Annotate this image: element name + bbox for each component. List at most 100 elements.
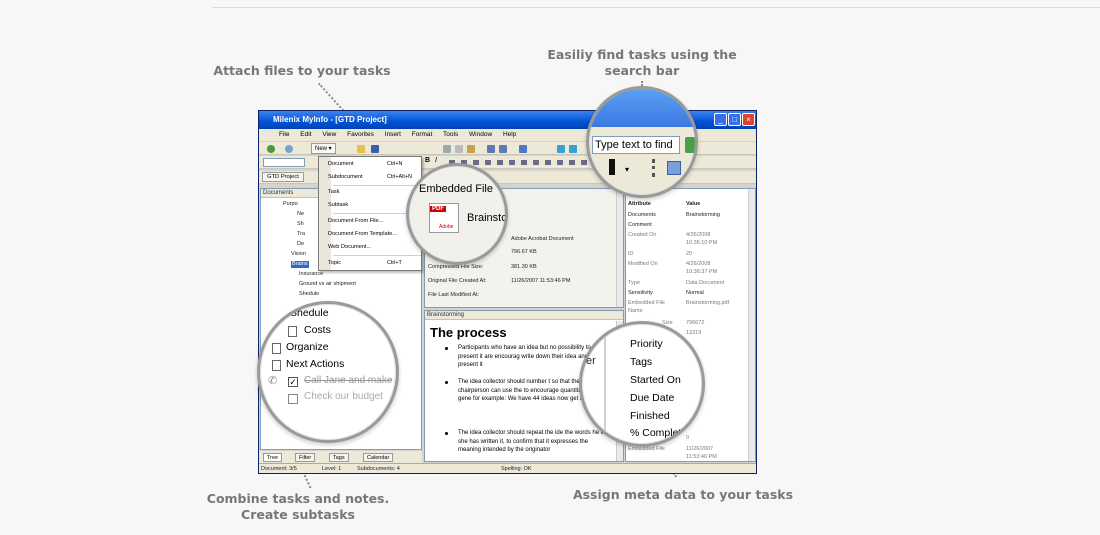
task-done[interactable]: Call Jane and make (304, 375, 392, 386)
menu-item-subtask[interactable]: Subtask (328, 202, 348, 208)
meta-magnifier: er Priority Tags Started On Due Date Fin… (579, 321, 705, 447)
file-pane-scrollbar[interactable] (616, 189, 623, 307)
meta-field-started-on[interactable]: Started On (630, 374, 681, 386)
meta-field-finished[interactable]: Finished (630, 410, 670, 422)
tree-item[interactable]: Vision (291, 251, 306, 258)
menu-item-from-file[interactable]: Document From File... (328, 218, 383, 224)
compressed-size-label: Compressed File Size: (428, 264, 484, 270)
attr-row-value: 10:36:37 PM (686, 269, 718, 275)
tree-item[interactable]: De (297, 241, 304, 248)
menu-item-topic[interactable]: Topic (328, 260, 341, 266)
menu-shortcut: Ctrl+N (387, 161, 403, 167)
caption-combine: Combine tasks and notes. Create subtasks (196, 491, 400, 523)
attr-row-value[interactable]: Brainstorming (686, 212, 720, 219)
new-button[interactable]: New ▾ (311, 143, 336, 154)
minimize-icon[interactable]: _ (714, 113, 727, 126)
menu-view[interactable]: View (322, 131, 336, 138)
tree-item[interactable]: Tra (297, 231, 305, 238)
document-icon (272, 360, 281, 371)
bold-button[interactable]: B (425, 157, 430, 164)
forward-icon[interactable] (285, 145, 293, 153)
created-at-label: Original File Created At: (428, 278, 487, 284)
close-icon[interactable]: × (742, 113, 755, 126)
attr-row-label: Created On (628, 232, 657, 238)
editor-heading: The process (430, 325, 507, 340)
task-checkbox[interactable] (288, 394, 298, 404)
menu-insert[interactable]: Insert (385, 131, 401, 138)
tab-calendar[interactable]: Calendar (363, 453, 394, 462)
compressed-size-value: 381.30 KB (511, 264, 537, 270)
attr-row-value: Brainstorming.pdf (686, 300, 730, 306)
search-go-icon[interactable] (685, 137, 695, 153)
tree-item-selected[interactable]: Brains (291, 261, 309, 268)
attr-row-label: Sensitivity (628, 290, 653, 296)
tree-lens-item[interactable]: Organize (286, 341, 329, 353)
attribute-scrollbar[interactable] (748, 189, 755, 461)
tab-filter[interactable]: Filter (295, 453, 316, 462)
menu-item-task[interactable]: Task (328, 189, 340, 195)
tree-item[interactable]: Shedule (299, 291, 319, 298)
open-icon[interactable] (357, 145, 365, 153)
attr-row-value[interactable]: Normal (686, 290, 704, 297)
cut-icon[interactable] (443, 145, 451, 153)
tree-lens-item[interactable]: Shedule (290, 307, 329, 319)
menu-item-subdocument[interactable]: Subdocument (328, 174, 363, 180)
attr-row-label: Documents (628, 212, 656, 218)
menu-file[interactable]: File (279, 131, 289, 138)
project-button[interactable]: GTD Project (262, 172, 304, 182)
menu-favorites[interactable]: Favorites (347, 131, 374, 138)
save-icon[interactable] (371, 145, 379, 153)
tree-item[interactable]: Ne (297, 211, 304, 218)
redo-icon[interactable] (499, 145, 507, 153)
tree-item[interactable]: Insurance (299, 271, 323, 278)
tab-tree[interactable]: Tree (263, 453, 283, 462)
search-input[interactable]: Type text to find (592, 136, 680, 154)
new-button-label: New (315, 146, 328, 152)
pdf-file-icon[interactable]: PDF Adobe (429, 203, 459, 233)
attr-row-label: Type (628, 280, 640, 286)
menu-item-document[interactable]: Document (328, 161, 354, 167)
task-checkbox-checked[interactable]: ✓ (288, 377, 298, 387)
grid-icon[interactable] (667, 161, 681, 175)
meta-field-priority[interactable]: Priority (630, 338, 663, 350)
tab-tags[interactable]: Tags (329, 453, 349, 462)
find-icon[interactable] (519, 145, 527, 153)
italic-button[interactable]: I (435, 157, 437, 164)
embedded-file-magnifier: Embedded File PDF Adobe Brainstc (406, 163, 508, 265)
tasks-magnifier: Shedule Costs Organize Next Actions ✆ ✓ … (257, 301, 399, 443)
attr-row-value: 13319 (686, 330, 702, 336)
attr-row-value: 11:53:46 PM (686, 454, 717, 460)
caption-combine-line1: Combine tasks and notes. (206, 491, 390, 506)
caption-search-line2: search bar (604, 63, 680, 78)
dropdown-arrow-icon[interactable]: ▾ (625, 165, 629, 174)
tree-item[interactable]: Purpo (283, 201, 298, 208)
address-box[interactable] (263, 158, 305, 167)
menu-window[interactable]: Window (469, 131, 492, 138)
copy-icon[interactable] (455, 145, 463, 153)
meta-field-due-date[interactable]: Due Date (630, 392, 674, 404)
menu-tools[interactable]: Tools (443, 131, 458, 138)
tree-item[interactable]: Sh (297, 221, 304, 228)
tree-lens-item[interactable]: Next Actions (286, 358, 344, 370)
document-icon (288, 326, 297, 337)
paste-icon[interactable] (467, 145, 475, 153)
menu-item-web-document[interactable]: Web Document... (328, 244, 371, 250)
attr-row-value: 0 (686, 435, 690, 441)
text-color-icon[interactable] (609, 159, 615, 175)
menu-edit[interactable]: Edit (300, 131, 311, 138)
maximize-icon[interactable]: □ (728, 113, 741, 126)
bullet-3: The idea collector should repeat the ide… (458, 430, 607, 454)
tree-item[interactable]: Ground vs air shipment (299, 281, 356, 288)
phone-icon: ✆ (268, 375, 278, 387)
menu-help[interactable]: Help (503, 131, 516, 138)
menu-format[interactable]: Format (412, 131, 433, 138)
nav-down-icon[interactable] (569, 145, 577, 153)
undo-icon[interactable] (487, 145, 495, 153)
nav-up-icon[interactable] (557, 145, 565, 153)
meta-field-complete[interactable]: % Complet (630, 427, 681, 439)
back-icon[interactable] (267, 145, 275, 153)
task-open[interactable]: Check our budget (304, 391, 383, 402)
menu-item-from-template[interactable]: Document From Template... (328, 231, 397, 237)
document-icon (272, 343, 281, 354)
meta-field-tags[interactable]: Tags (630, 356, 652, 368)
